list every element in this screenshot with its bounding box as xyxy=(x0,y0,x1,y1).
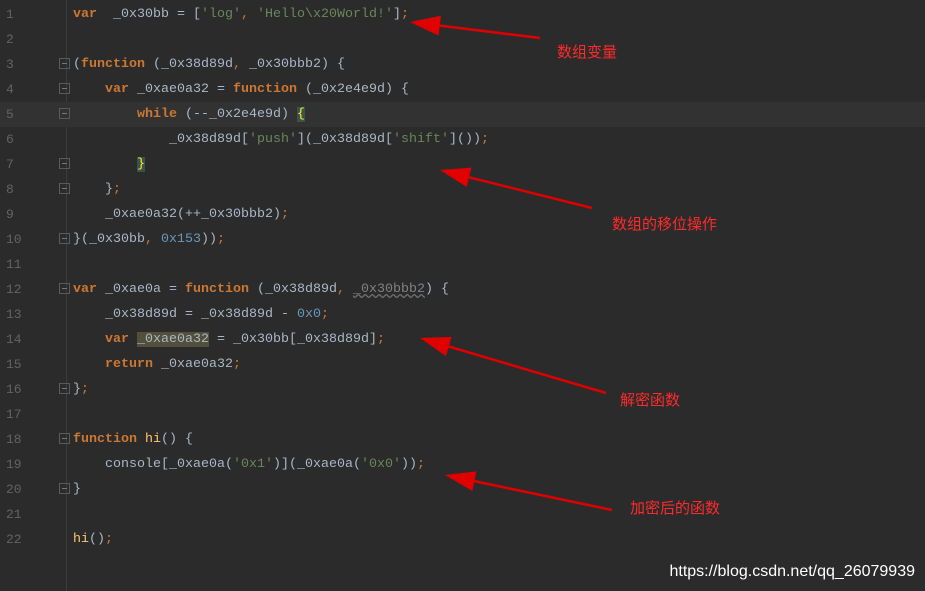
annotation-array-shift: 数组的移位操作 xyxy=(612,215,718,233)
arrow-head-icon xyxy=(410,15,441,36)
arrow-head-icon xyxy=(420,336,452,357)
arrow-head-icon xyxy=(440,167,472,187)
arrow-head-icon xyxy=(445,471,477,491)
annotation-decrypt-function: 解密函数 xyxy=(620,391,681,409)
arrow-line xyxy=(439,24,541,40)
arrow-line xyxy=(468,176,593,210)
code-editor[interactable]: 1 var _0x30bb = ['log', 'Hello\x20World!'… xyxy=(0,0,925,591)
arrow-line xyxy=(448,345,607,395)
arrow-line xyxy=(474,479,613,512)
annotation-array-variable: 数组变量 xyxy=(557,43,618,61)
annotation-encrypted-function: 加密后的函数 xyxy=(630,499,721,517)
watermark: https://blog.csdn.net/qq_26079939 xyxy=(669,563,915,580)
annotation-arrows xyxy=(410,15,613,512)
